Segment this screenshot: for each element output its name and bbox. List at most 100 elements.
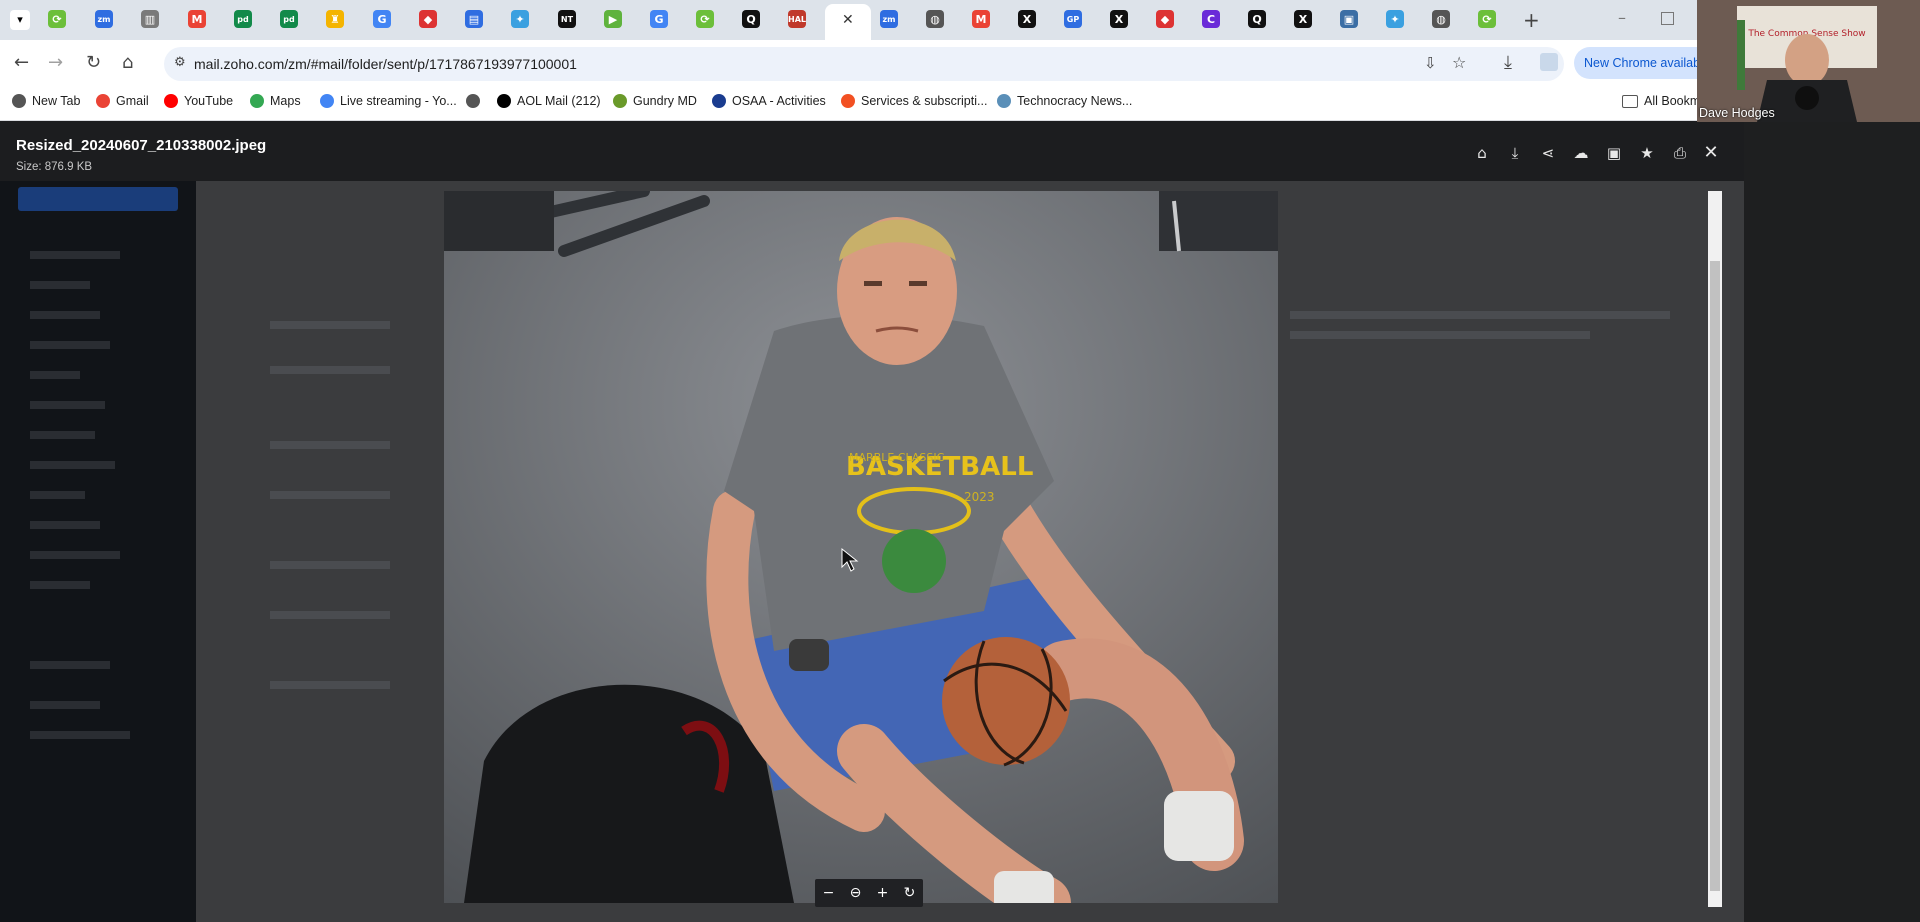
tab-favicon[interactable]: X: [1294, 10, 1312, 28]
tab-favicon[interactable]: Q: [1248, 10, 1266, 28]
tab-favicon[interactable]: X: [1110, 10, 1128, 28]
extension-icon[interactable]: [1540, 53, 1558, 71]
rotate-icon[interactable]: ↻: [904, 885, 916, 901]
bookmark-item[interactable]: New Tab: [12, 94, 80, 108]
tab-favicon[interactable]: ◍: [926, 10, 944, 28]
tab-favicon[interactable]: HAL: [788, 10, 806, 28]
svg-text:2023: 2023: [964, 490, 995, 504]
tab-favicon[interactable]: zm: [95, 10, 113, 28]
bookmark-item[interactable]: OSAA - Activities: [712, 94, 826, 108]
all-bookmarks-label: All Bookm: [1644, 94, 1701, 108]
gundry-icon: [613, 94, 627, 108]
tab-favicon[interactable]: ◆: [1156, 10, 1174, 28]
star-icon[interactable]: ★: [1638, 144, 1656, 162]
tab-search-button[interactable]: ▾: [10, 10, 30, 30]
downloads-icon[interactable]: ⤓: [1504, 52, 1512, 73]
upload-cloud-icon[interactable]: ☁: [1572, 144, 1590, 162]
tab-favicon[interactable]: ✦: [1386, 10, 1404, 28]
zoom-controls: − ⊖ + ↻: [815, 879, 923, 907]
tab-strip: ▾ ✕ ⟳ zm ▥ Mpd pd ♜ G ◆ ▤ ✦ NT ▶ G ⟳ Q HAL zm ◍ M X GP X ◆ C Q X ▣…: [0, 0, 1920, 40]
share-icon[interactable]: ⋖: [1539, 144, 1557, 162]
bookmark-label: Live streaming - Yo...: [340, 94, 457, 108]
forward-icon[interactable]: →: [48, 52, 63, 73]
bookmark-label: Technocracy News...: [1017, 94, 1133, 108]
back-icon[interactable]: ←: [14, 52, 29, 73]
tab-favicon[interactable]: ◍: [1432, 10, 1450, 28]
bookmark-label: AOL Mail (212): [517, 94, 601, 108]
attach-image-icon[interactable]: ▣: [1605, 144, 1623, 162]
zoom-in-icon[interactable]: +: [877, 885, 889, 901]
url-text[interactable]: mail.zoho.com/zm/#mail/folder/sent/p/171…: [194, 56, 577, 72]
bookmark-label: Gundry MD: [633, 94, 697, 108]
address-bar[interactable]: ⚙ mail.zoho.com/zm/#mail/folder/sent/p/1…: [164, 47, 1564, 81]
maximize-button[interactable]: [1661, 12, 1674, 25]
tab-favicon[interactable]: ⟳: [696, 10, 714, 28]
file-size: Size: 876.9 KB: [16, 161, 93, 173]
technocracy-icon: [997, 94, 1011, 108]
install-app-icon[interactable]: ⇩: [1424, 54, 1437, 72]
tab-favicon[interactable]: NT: [558, 10, 576, 28]
tab-favicon[interactable]: GP: [1064, 10, 1082, 28]
bookmark-label: Services & subscripti...: [861, 94, 988, 108]
tab-favicon[interactable]: G: [650, 10, 668, 28]
close-icon[interactable]: ✕: [1702, 144, 1720, 162]
svg-text:MARBLE CLASSIC: MARBLE CLASSIC: [849, 451, 945, 464]
tab-favicon[interactable]: Q: [742, 10, 760, 28]
tab-favicon[interactable]: ♜: [326, 10, 344, 28]
minimize-button[interactable]: –: [1618, 8, 1626, 27]
webcam-overlay: The Common Sense Show Dave Hodges: [1697, 0, 1920, 122]
bookmark-item[interactable]: Gundry MD: [613, 94, 697, 108]
viewer-scrollbar-thumb[interactable]: [1710, 261, 1720, 891]
microsoft-icon: [841, 94, 855, 108]
tab-favicon[interactable]: C: [1202, 10, 1220, 28]
close-tab-icon[interactable]: ✕: [842, 12, 854, 28]
globe-icon: [12, 94, 26, 108]
bookmark-star-icon[interactable]: ☆: [1452, 53, 1466, 72]
viewer-header: Resized_20240607_210338002.jpeg Size: 87…: [0, 121, 1744, 181]
home-icon[interactable]: ⌂: [122, 52, 133, 73]
bookmark-label: OSAA - Activities: [732, 94, 826, 108]
tab-favicon[interactable]: ▥: [141, 10, 159, 28]
new-tab-button[interactable]: +: [1523, 8, 1540, 32]
aol-icon: [497, 94, 511, 108]
tab-favicon[interactable]: ⟳: [1478, 10, 1496, 28]
tab-favicon[interactable]: ▶: [604, 10, 622, 28]
tab-favicon[interactable]: X: [1018, 10, 1036, 28]
tab-favicon[interactable]: pd: [234, 10, 252, 28]
tag-icon[interactable]: ⌂: [1473, 144, 1491, 162]
zoom-fit-icon[interactable]: ⊖: [850, 885, 862, 901]
zoom-out-icon[interactable]: −: [823, 885, 835, 901]
bookmark-item[interactable]: Maps: [250, 94, 301, 108]
bookmark-item[interactable]: [466, 94, 480, 108]
tab-favicon[interactable]: zm: [880, 10, 898, 28]
bookmark-item[interactable]: Gmail: [96, 94, 149, 108]
tab-favicon[interactable]: M: [972, 10, 990, 28]
youtube-icon: [164, 94, 178, 108]
bookmark-item[interactable]: AOL Mail (212): [497, 94, 601, 108]
globe-icon: [466, 94, 480, 108]
bookmark-item[interactable]: YouTube: [164, 94, 233, 108]
tab-favicon[interactable]: ⟳: [48, 10, 66, 28]
tab-favicon[interactable]: ◆: [419, 10, 437, 28]
attachment-viewer: Resized_20240607_210338002.jpeg Size: 87…: [0, 121, 1744, 922]
bookmark-item[interactable]: Live streaming - Yo...: [320, 94, 457, 108]
reload-icon[interactable]: ↻: [86, 52, 101, 73]
google-icon: [320, 94, 334, 108]
bookmark-label: New Tab: [32, 94, 81, 108]
tab-favicon[interactable]: ▤: [465, 10, 483, 28]
site-info-icon[interactable]: ⚙: [174, 55, 186, 70]
tab-favicon[interactable]: ▣: [1340, 10, 1358, 28]
tab-favicon[interactable]: pd: [280, 10, 298, 28]
bookmark-item[interactable]: Technocracy News...: [997, 94, 1132, 108]
tab-active[interactable]: ✕: [825, 4, 871, 40]
tab-favicon[interactable]: ✦: [511, 10, 529, 28]
browser-toolbar: ← → ↻ ⌂ ⚙ mail.zoho.com/zm/#mail/folder/…: [0, 40, 1920, 86]
bookmarks-bar: New Tab Gmail YouTube Maps Live streaming - …: [0, 86, 1920, 121]
tab-favicon[interactable]: M: [188, 10, 206, 28]
tab-favicon[interactable]: G: [373, 10, 391, 28]
gmail-icon: [96, 94, 110, 108]
bookmark-item[interactable]: Services & subscripti...: [841, 94, 987, 108]
all-bookmarks-button[interactable]: All Bookm: [1622, 94, 1700, 108]
print-icon[interactable]: ⎙: [1671, 144, 1689, 162]
download-icon[interactable]: ⤓: [1506, 144, 1524, 162]
